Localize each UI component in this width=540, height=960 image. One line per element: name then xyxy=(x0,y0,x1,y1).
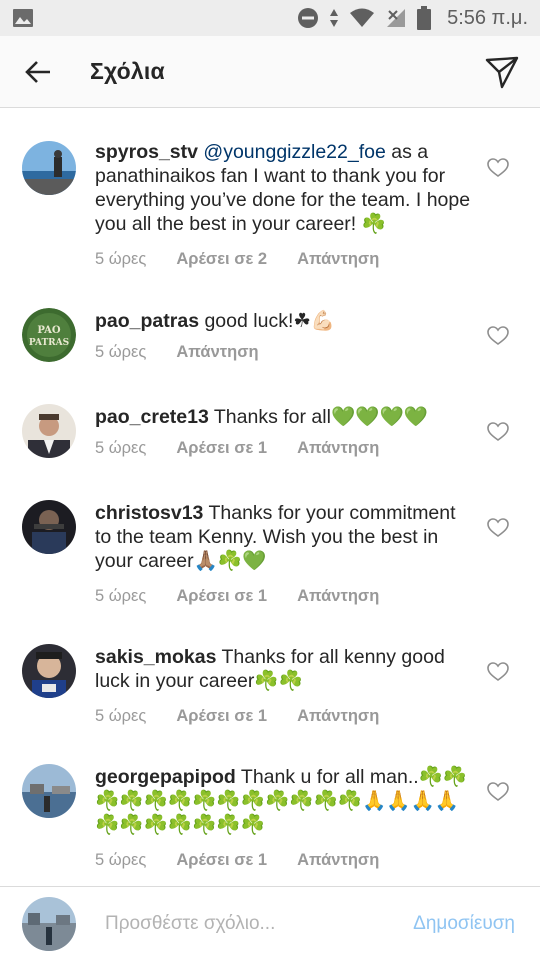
heart-outline-icon[interactable] xyxy=(486,324,510,348)
likes-count[interactable]: Αρέσει σε 1 xyxy=(176,707,267,726)
mention-link[interactable]: @younggizzle22_foe xyxy=(203,141,385,163)
heart-outline-icon[interactable] xyxy=(486,420,510,444)
likes-count[interactable]: Αρέσει σε 1 xyxy=(176,587,267,606)
status-bar: 5:56 π.μ. xyxy=(0,0,540,36)
post-button[interactable]: Δημοσίευση xyxy=(413,913,515,935)
app-header: Σχόλια xyxy=(0,36,540,108)
status-left xyxy=(12,7,34,29)
heart-outline-icon[interactable] xyxy=(486,156,510,180)
comment-input[interactable] xyxy=(105,912,375,935)
cell-signal-icon xyxy=(387,9,406,27)
do-not-disturb-icon xyxy=(298,8,319,28)
reply-button[interactable]: Απάντηση xyxy=(297,250,379,269)
avatar[interactable] xyxy=(22,764,76,818)
wifi-icon xyxy=(350,8,375,27)
reply-button[interactable]: Απάντηση xyxy=(297,587,379,606)
status-time: 5:56 π.μ. xyxy=(447,6,528,29)
comment-meta: 5 ώρες Αρέσει σε 1 Απάντηση xyxy=(95,707,475,726)
reply-button[interactable]: Απάντηση xyxy=(297,707,379,726)
comment-time: 5 ώρες xyxy=(95,250,147,268)
avatar[interactable] xyxy=(22,500,76,554)
avatar[interactable] xyxy=(22,141,76,195)
comment-body: spyros_stv @younggizzle22_foe as a panat… xyxy=(95,140,475,269)
comment-message: good luck!☘💪🏻 xyxy=(199,310,336,332)
comment-username[interactable]: georgepapipod xyxy=(95,766,236,788)
comment-time: 5 ώρες xyxy=(95,707,147,725)
back-button[interactable] xyxy=(14,48,62,96)
avatar-logo-text: PATRAS xyxy=(29,338,69,348)
heart-outline-icon[interactable] xyxy=(486,660,510,684)
likes-count[interactable]: Αρέσει σε 2 xyxy=(176,250,267,269)
comment-username[interactable]: sakis_mokas xyxy=(95,646,216,668)
avatar-logo-text: PAO xyxy=(37,325,61,336)
comment-body: georgepapipod Thank u for all man..☘️☘️☘… xyxy=(95,765,475,870)
avatar[interactable]: PAO PATRAS xyxy=(22,308,76,362)
avatar[interactable] xyxy=(22,404,76,458)
likes-count[interactable]: Αρέσει σε 1 xyxy=(176,851,267,870)
comment-text: pao_crete13 Thanks for all💚💚💚💚 xyxy=(95,405,475,429)
comment-time: 5 ώρες xyxy=(95,343,147,361)
comment-text: georgepapipod Thank u for all man..☘️☘️☘… xyxy=(95,765,475,837)
reply-button[interactable]: Απάντηση xyxy=(176,343,258,362)
battery-icon xyxy=(417,6,432,30)
comment-time: 5 ώρες xyxy=(95,439,147,457)
reply-button[interactable]: Απάντηση xyxy=(297,851,379,870)
data-arrows-icon xyxy=(330,9,339,27)
avatar[interactable] xyxy=(22,644,76,698)
comment-username[interactable]: spyros_stv xyxy=(95,141,198,163)
comment-time: 5 ώρες xyxy=(95,851,147,869)
reply-button[interactable]: Απάντηση xyxy=(297,439,379,458)
comment-text: spyros_stv @younggizzle22_foe as a panat… xyxy=(95,140,475,236)
comment-username[interactable]: pao_crete13 xyxy=(95,406,209,428)
comment-body: christosv13 Thanks for your commitment t… xyxy=(95,501,475,606)
status-right: 5:56 π.μ. xyxy=(297,6,528,30)
comment-composer: Δημοσίευση xyxy=(0,886,540,960)
comment-body: pao_crete13 Thanks for all💚💚💚💚 5 ώρες Αρ… xyxy=(95,405,475,458)
comments-list[interactable]: spyros_stv @younggizzle22_foe as a panat… xyxy=(0,108,540,886)
comment-meta: 5 ώρες Αρέσει σε 1 Απάντηση xyxy=(95,851,475,870)
comment-time: 5 ώρες xyxy=(95,587,147,605)
page-title: Σχόλια xyxy=(90,58,165,84)
comment-message: Thanks for all💚💚💚💚 xyxy=(208,406,429,428)
comment-body: pao_patras good luck!☘💪🏻 5 ώρες Απάντηση xyxy=(95,309,475,362)
current-user-avatar xyxy=(22,896,76,951)
likes-count[interactable]: Αρέσει σε 1 xyxy=(176,439,267,458)
paper-plane-icon xyxy=(485,56,519,88)
comment-text: christosv13 Thanks for your commitment t… xyxy=(95,501,475,573)
share-direct-button[interactable] xyxy=(478,48,526,96)
comment-text: sakis_mokas Thanks for all kenny good lu… xyxy=(95,645,475,693)
comment-meta: 5 ώρες Αρέσει σε 1 Απάντηση xyxy=(95,439,475,458)
comment-text: pao_patras good luck!☘💪🏻 xyxy=(95,309,475,333)
heart-outline-icon[interactable] xyxy=(486,516,510,540)
comment-username[interactable]: christosv13 xyxy=(95,502,203,524)
comment-username[interactable]: pao_patras xyxy=(95,310,199,332)
arrow-left-icon xyxy=(25,60,50,83)
comment-meta: 5 ώρες Αρέσει σε 1 Απάντηση xyxy=(95,587,475,606)
comment-meta: 5 ώρες Απάντηση xyxy=(95,343,475,362)
heart-outline-icon[interactable] xyxy=(486,780,510,804)
gallery-notification-icon xyxy=(13,9,33,27)
comment-body: sakis_mokas Thanks for all kenny good lu… xyxy=(95,645,475,726)
comment-meta: 5 ώρες Αρέσει σε 2 Απάντηση xyxy=(95,250,475,269)
